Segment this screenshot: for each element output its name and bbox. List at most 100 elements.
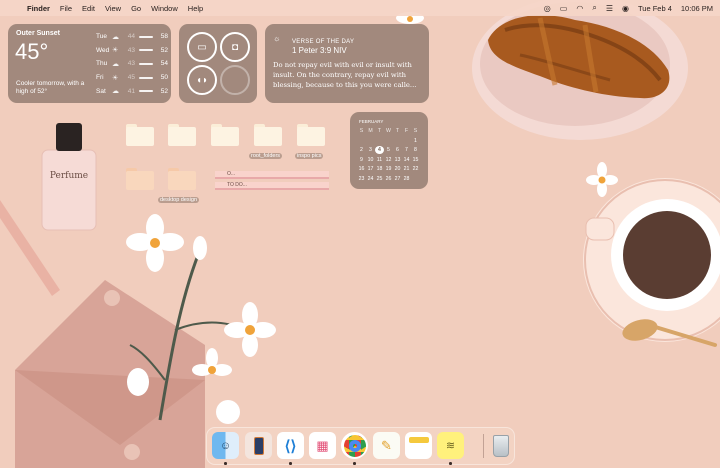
folder-label-desktop-design: desktop design [158,197,199,203]
menubar-date[interactable]: Tue Feb 4 [638,4,672,13]
desktop-folder[interactable] [126,124,154,146]
desktop-note-item[interactable]: TO DO... [215,182,329,190]
calendar-day: 13 [394,156,401,163]
calendar-day [375,137,384,145]
desktop-note-item[interactable]: O... [215,171,329,179]
batteries-widget[interactable]: ▭ ◘ ◖◗ [179,24,257,103]
freeform-icon[interactable]: ✎ [373,432,400,459]
calendar-widget[interactable]: FEBRUARY S M T W T F S 1 2 3 4 5 6 7 8 9 10 11 12 13 14 15 16 1… [350,112,428,189]
calendar-day: 24 [367,175,374,182]
desktop-folder[interactable] [168,168,196,190]
running-indicator [289,462,292,465]
battery-icon[interactable]: ▭ [560,4,568,13]
forecast-day: Fri [96,74,104,82]
search-icon[interactable]: ⌕ [592,3,596,13]
calendar-day: 16 [358,166,365,172]
weather-widget[interactable]: Outer Sunset 45° Cooler tomorrow, with a… [8,24,171,103]
menu-edit[interactable]: Edit [82,4,95,13]
calendar-day: 8 [414,147,417,153]
notes-icon[interactable] [405,432,432,459]
finder-icon[interactable]: ☺ [212,432,239,459]
menubar-time[interactable]: 10:06 PM [681,4,713,13]
menu-go[interactable]: Go [131,4,141,13]
forecast-high: 50 [160,74,168,82]
menu-app-finder[interactable]: Finder [27,4,50,13]
calendar-weekday: M [368,128,373,134]
weather-forecast-list: Tue ☁ 44 58 Wed ☀ 43 52 Thu ☁ 43 54 Fri … [96,30,168,98]
menu-file[interactable]: File [60,4,72,13]
menu-bar: Finder File Edit View Go Window Help ◎ ▭… [0,0,720,16]
stickies-icon[interactable]: ≋ [437,432,464,459]
calendar-day: 19 [385,166,392,172]
chrome-icon[interactable] [341,432,368,459]
control-center-icon[interactable]: ☰ [606,4,613,13]
verse-of-the-day-widget[interactable]: ☼ VERSE OF THE DAY 1 Peter 3:9 NIV Do no… [265,24,429,103]
sun-icon: ☀ [112,74,119,82]
calendar-day: 23 [358,175,365,182]
weather-temperature: 45° [15,39,49,64]
laptop-battery-icon: ▭ [187,32,217,62]
calendar-day: 25 [376,175,383,182]
vscode-icon[interactable]: ⟨⟩ [277,432,304,459]
calendar-day: 26 [385,175,392,182]
calendar-day [411,175,420,183]
running-indicator [353,462,356,465]
forecast-day: Thu [96,60,108,68]
launchpad-icon[interactable]: ▦ [309,432,336,459]
calendar-day: 28 [403,175,410,182]
desktop-folder[interactable] [168,124,196,146]
calendar-weekday: T [377,128,382,134]
calendar-weekday: F [404,128,409,134]
cloud-icon: ☁ [112,33,119,41]
temperature-range-bar [139,62,153,65]
forecast-low: 41 [127,87,135,95]
calendar-day [393,137,402,145]
forecast-day: Tue [96,33,107,41]
siri-icon[interactable]: ◉ [622,4,629,13]
trash-icon[interactable] [487,432,514,459]
desktop-folder[interactable] [297,124,325,146]
running-indicator [449,462,452,465]
calendar-day: 22 [412,166,419,172]
calendar-day [402,137,411,145]
calendar-day: 7 [405,147,408,153]
forecast-row: Tue ☁ 44 58 [96,30,168,44]
folder-label-root-folders: root_folders [249,153,283,159]
forecast-row: Sat ☁ 41 52 [96,84,168,98]
calendar-today: 4 [375,146,384,154]
running-indicator [224,462,227,465]
desktop-folder[interactable] [211,124,239,146]
menu-help[interactable]: Help [188,4,203,13]
desktop-folder[interactable] [126,168,154,190]
calendar-day: 9 [360,156,363,163]
forecast-low: 43 [127,60,135,68]
temperature-range-bar [139,35,153,38]
calendar-grid: S M T W T F S 1 2 3 4 5 6 7 8 9 10 11 12 13 14 15 16 17 18 19 20 21… [357,127,421,183]
calendar-day: 14 [403,156,410,163]
cloud-icon: ☁ [112,60,119,68]
forecast-low: 45 [127,74,135,82]
forecast-high: 54 [160,60,168,68]
calendar-day: 6 [396,147,399,153]
calendar-weekday: W [386,128,391,134]
menu-window[interactable]: Window [151,4,178,13]
forecast-high: 52 [160,46,168,54]
iphone-mirroring-icon[interactable] [245,432,272,459]
forecast-day: Sat [96,87,106,95]
cloud-icon: ☁ [112,88,119,96]
creative-cloud-icon[interactable]: ◎ [544,4,551,13]
desktop-folder[interactable] [254,124,282,146]
forecast-row: Fri ☀ 45 50 [96,71,168,85]
sun-icon: ☀ [112,47,119,55]
calendar-day: 20 [394,166,401,172]
wifi-icon[interactable]: ◠ [576,4,583,13]
forecast-high: 58 [160,33,168,41]
calendar-weekday: T [395,128,400,134]
calendar-day: 3 [369,147,372,153]
status-area: ◎ ▭ ◠ ⌕ ☰ ◉ Tue Feb 4 10:06 PM [544,0,713,16]
perfume-label: Perfume [50,171,88,181]
menu-view[interactable]: View [105,4,121,13]
calendar-day: 1 [414,137,417,144]
weather-city: Outer Sunset [16,30,60,37]
calendar-day: 27 [394,175,401,182]
